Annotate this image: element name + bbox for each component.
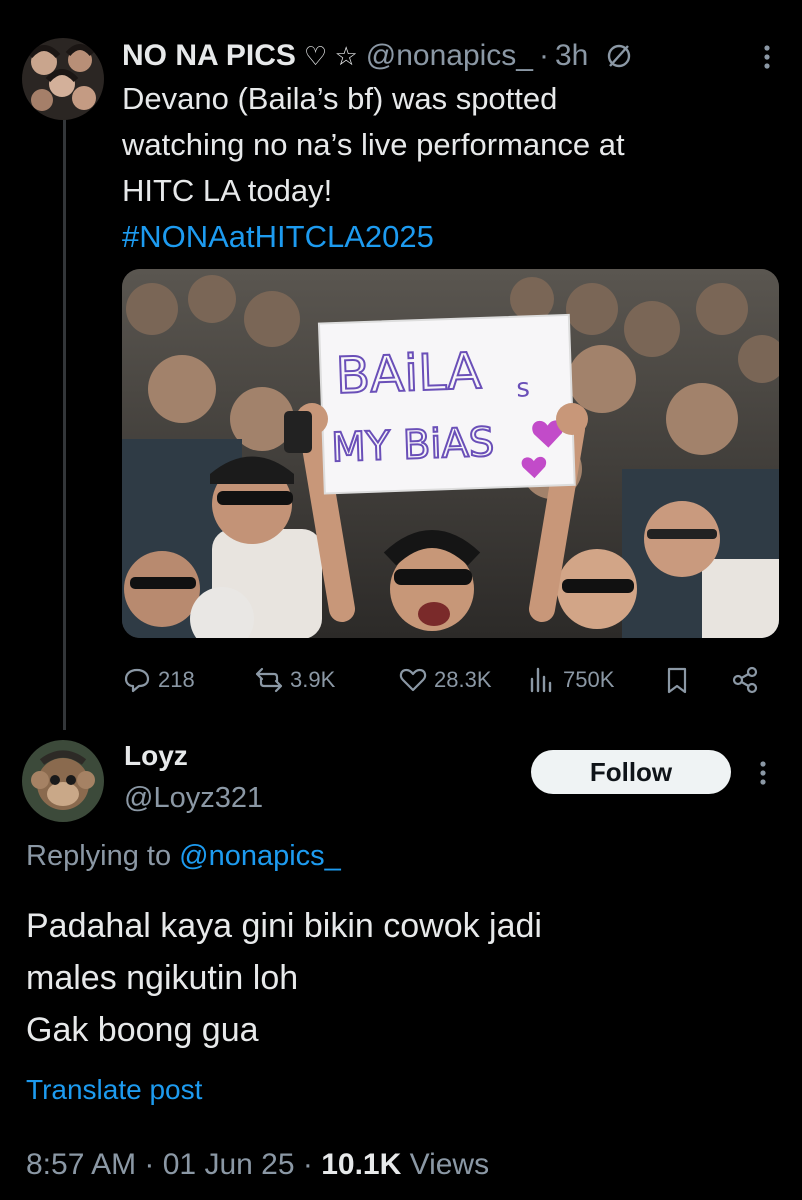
bookmark-button[interactable] [662, 665, 692, 695]
post-header: NO NA PICS ♡ ☆ @nonapics_ · 3h [122, 34, 782, 78]
post-text-line: Devano (Baila’s bf) was spotted [122, 81, 558, 116]
reply-icon [124, 668, 150, 693]
reply-count: 218 [158, 667, 195, 692]
author-name[interactable]: NO NA PICS [122, 39, 296, 73]
author-handle[interactable]: @nonapics_ [366, 39, 533, 73]
author-avatar[interactable] [22, 38, 104, 120]
replying-to-mention[interactable]: @nonapics_ [179, 840, 341, 872]
heart-icon [399, 668, 427, 692]
thread-connector-line [63, 118, 66, 730]
post-action-bar: 218 3.9K 28.3K 750K [122, 660, 772, 700]
reply-author-avatar[interactable] [22, 740, 104, 822]
sign-text-s: s [516, 373, 531, 403]
separator-dot: · [294, 1148, 322, 1181]
reply-author-name[interactable]: Loyz [124, 736, 263, 776]
post-text-line: watching no na’s live performance at [122, 127, 625, 162]
follow-button[interactable]: Follow [531, 750, 731, 794]
reply-views-count: 10.1K [321, 1148, 402, 1181]
replying-to: Replying to @nonapics_ [26, 840, 341, 873]
reply-header: Loyz @Loyz321 [124, 736, 263, 820]
like-count: 28.3K [434, 667, 492, 692]
grok-icon[interactable] [604, 41, 634, 71]
analytics-icon [530, 667, 552, 693]
post-image[interactable]: BAiLA s MY BiAS [122, 269, 779, 638]
repost-button[interactable]: 3.9K [254, 665, 335, 695]
repost-count: 3.9K [290, 667, 336, 692]
more-options-icon[interactable] [748, 758, 778, 788]
reply-text-line: Padahal kaya gini bikin cowok jadi [26, 907, 542, 945]
post-text: Devano (Baila’s bf) was spotted watching… [122, 76, 762, 260]
like-button[interactable]: 28.3K [398, 665, 492, 695]
reply-text-line: Gak boong gua [26, 1011, 259, 1049]
share-button[interactable] [730, 665, 760, 695]
post-text-line: HITC LA today! [122, 173, 333, 208]
profile-badges: ♡ ☆ [303, 40, 358, 71]
reply-date[interactable]: 01 Jun 25 [163, 1148, 295, 1181]
reply-views-label: Views [409, 1148, 490, 1181]
more-options-icon[interactable] [752, 42, 782, 72]
translate-post-link[interactable]: Translate post [26, 1074, 202, 1106]
separator-dot: · [136, 1148, 163, 1181]
post-meta: 8:57 AM · 01 Jun 25 · 10.1K Views [26, 1148, 489, 1182]
sign-text-line2: MY BiAS [330, 420, 494, 472]
share-icon [732, 666, 758, 694]
post-time[interactable]: 3h [555, 39, 588, 73]
reply-author-handle[interactable]: @Loyz321 [124, 776, 263, 820]
views-button[interactable]: 750K [527, 665, 614, 695]
separator-dot: · [538, 39, 549, 72]
repost-icon [255, 667, 283, 693]
bookmark-icon [667, 667, 687, 694]
reply-text: Padahal kaya gini bikin cowok jadi males… [26, 900, 776, 1056]
sign-text-line1: BAiLA [335, 342, 483, 405]
replying-to-label: Replying to [26, 840, 180, 872]
views-count: 750K [563, 667, 615, 692]
reply-button[interactable]: 218 [122, 665, 195, 695]
reply-text-line: males ngikutin loh [26, 959, 299, 997]
reply-time[interactable]: 8:57 AM [26, 1148, 136, 1181]
hashtag-link[interactable]: #NONAatHITCLA2025 [122, 214, 762, 260]
